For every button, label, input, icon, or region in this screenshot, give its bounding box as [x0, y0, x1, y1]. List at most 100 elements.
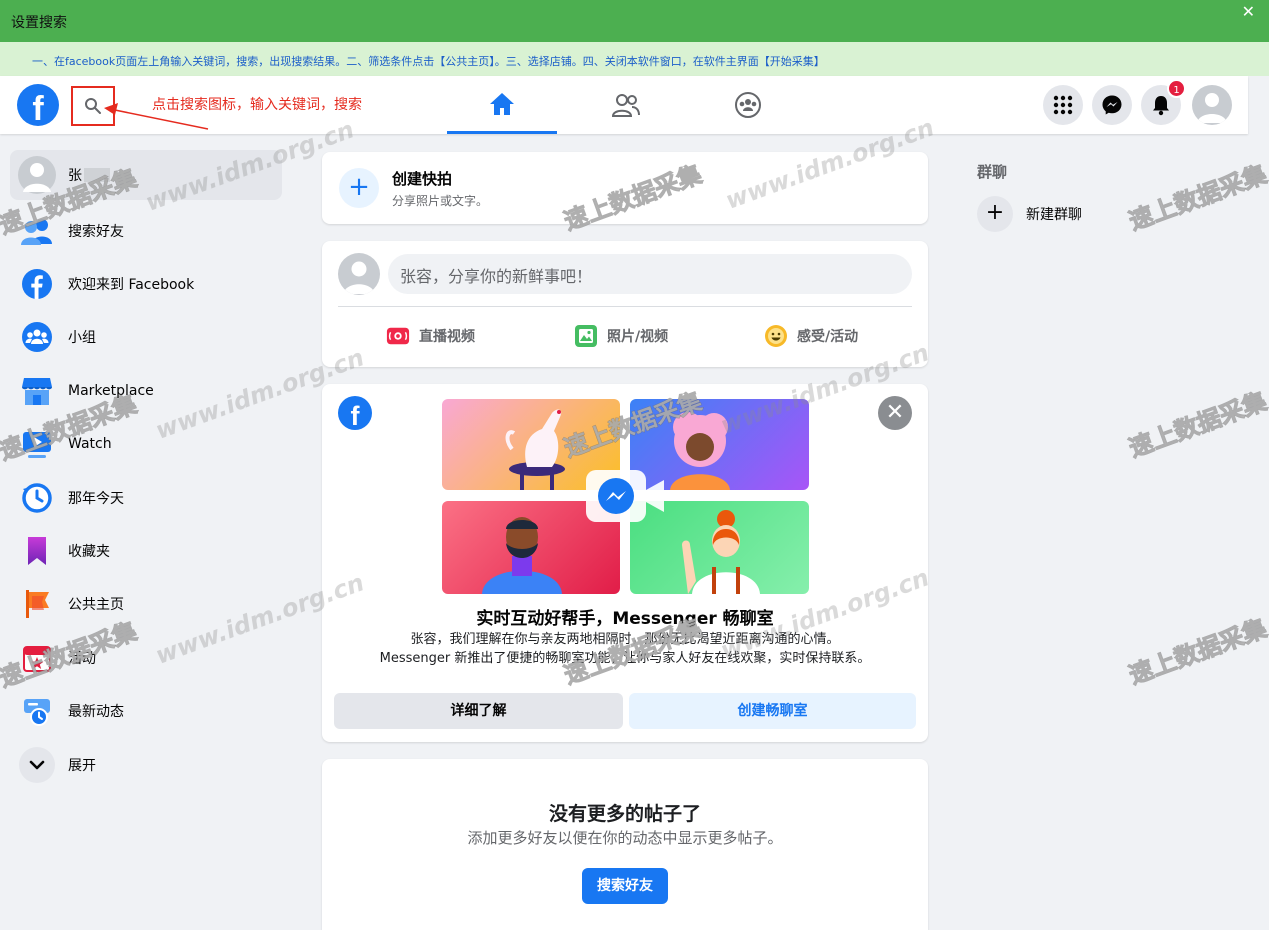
photo-video-button[interactable]: 照片/视频 [574, 321, 668, 351]
sidebar-item-label: 展开 [68, 757, 96, 774]
messenger-button[interactable] [1092, 85, 1132, 125]
sidebar-item-saved[interactable]: 收藏夹 [10, 524, 282, 577]
default-avatar-icon [343, 261, 375, 294]
group-chats-title: 群聊 [977, 163, 1008, 181]
sidebar-item-memories[interactable]: 那年今天 [10, 471, 282, 524]
tab-friends[interactable] [571, 76, 681, 134]
account-avatar[interactable] [1192, 85, 1232, 125]
pages-icon [26, 590, 49, 619]
watch-icon [23, 432, 51, 459]
sidebar-item-label: 活动 [68, 650, 96, 667]
promo-body-line1: 张容，我们理解在你与亲友两地相隔时，那份无比渴望近距离沟通的心情。 [410, 632, 840, 647]
sidebar-profile[interactable]: 张 [10, 150, 282, 200]
composer-input[interactable]: 张容，分享你的新鲜事吧！ [388, 254, 912, 294]
tab-groups[interactable] [693, 76, 803, 134]
window-titlebar: 设置搜索 ✕ [0, 0, 1269, 42]
feeling-activity-button[interactable]: 感受/活动 [764, 321, 858, 351]
sidebar-item-events[interactable]: 活动 [10, 631, 282, 684]
home-icon [490, 92, 514, 115]
memories-icon [22, 482, 52, 513]
create-room-button[interactable]: 创建畅聊室 [629, 693, 916, 729]
default-avatar-icon [18, 156, 56, 194]
sidebar-item-watch[interactable]: Watch [10, 418, 282, 471]
messenger-icon [1102, 95, 1122, 115]
sidebar-item-label: Marketplace [68, 382, 154, 399]
sidebar-item-label: 那年今天 [68, 490, 124, 507]
window-title: 设置搜索 [11, 15, 67, 31]
window-close-button[interactable]: ✕ [1242, 2, 1255, 21]
tab-home[interactable] [447, 76, 557, 134]
marketplace-icon [22, 377, 52, 405]
no-more-posts-title: 没有更多的帖子了 [548, 803, 701, 825]
annotation-arrow [104, 103, 209, 130]
learn-more-button[interactable]: 详细了解 [334, 693, 623, 729]
photo-icon [574, 324, 598, 348]
watermark-cn: 速上数据采集 [1125, 614, 1269, 691]
default-avatar-icon [1197, 93, 1227, 123]
sidebar-item-welcome[interactable]: 欢迎来到 Facebook [10, 257, 282, 310]
create-story-subtitle: 分享照片或文字。 [392, 194, 489, 208]
profile-name: 张 [68, 168, 82, 184]
facebook-icon [22, 269, 52, 300]
photo-video-label: 照片/视频 [607, 329, 669, 345]
sidebar-item-label: 欢迎来到 Facebook [68, 277, 195, 294]
composer-avatar [338, 253, 380, 295]
notification-badge: 1 [1167, 79, 1186, 98]
promo-headline: 实时互动好帮手，Messenger 畅聊室 [476, 609, 774, 629]
name-blur [84, 168, 110, 182]
feeling-activity-label: 感受/活动 [797, 329, 859, 345]
sidebar-item-expand[interactable]: 展开 [10, 738, 282, 791]
sidebar-item-label: 最新动态 [68, 704, 124, 721]
new-group-chat-button[interactable]: + 新建群聊 [977, 195, 1082, 233]
post-composer-card: 张容，分享你的新鲜事吧！ 直播视频 照片/视频 感受/活动 [322, 241, 928, 367]
watermark-cn: 速上数据采集 [1125, 160, 1269, 237]
chevron-down-icon [19, 746, 55, 783]
sidebar-item-groups[interactable]: 小组 [10, 311, 282, 364]
messenger-video-badge [584, 466, 668, 526]
sidebar-item-label: 公共主页 [68, 597, 124, 614]
watermark-cn: 速上数据采集 [1125, 387, 1269, 464]
messenger-rooms-promo-card: f ✕ 实时互动好帮手，Messenger 畅聊室 张容，我们理解在你与亲友两地… [322, 384, 928, 742]
find-friends-button[interactable]: 搜索好友 [582, 868, 668, 904]
live-video-label: 直播视频 [419, 329, 475, 345]
menu-button[interactable] [1043, 85, 1083, 125]
live-video-icon [386, 324, 410, 348]
saved-icon [28, 537, 46, 566]
instruction-banner: 一、在facebook页面左上角输入关键词，搜索，出现搜索结果。二、筛选条件点击… [0, 42, 1269, 76]
live-video-button[interactable]: 直播视频 [386, 321, 475, 351]
new-group-chat-label: 新建群聊 [1026, 207, 1082, 223]
events-icon [23, 645, 51, 672]
left-sidebar: 张 搜索好友 欢迎来到 Facebook 小组 Marketplace Watc… [10, 150, 282, 791]
no-more-posts-card: 没有更多的帖子了 添加更多好友以便在你的动态中显示更多帖子。 搜索好友 [322, 759, 928, 930]
sidebar-item-find-friends[interactable]: 搜索好友 [10, 204, 282, 257]
notifications-button[interactable]: 1 [1141, 79, 1186, 125]
menu-grid-icon [1053, 95, 1073, 115]
composer-divider [338, 306, 912, 307]
promo-close-button[interactable]: ✕ [878, 396, 912, 430]
add-story-button[interactable]: + [339, 168, 379, 208]
most-recent-icon [24, 699, 50, 727]
promo-body-line2: Messenger 新推出了便捷的畅聊室功能，让你与家人好友在线欢聚，实时保持联… [379, 651, 871, 666]
plus-icon: + [977, 196, 1013, 232]
create-story-card[interactable]: + 创建快拍 分享照片或文字。 [322, 152, 928, 224]
facebook-logo: f [338, 396, 372, 430]
sidebar-item-marketplace[interactable]: Marketplace [10, 364, 282, 417]
no-more-posts-subtitle: 添加更多好友以便在你的动态中显示更多帖子。 [467, 829, 783, 847]
feeling-icon [764, 324, 788, 348]
groups-icon [22, 322, 52, 353]
sidebar-item-label: Watch [68, 436, 112, 453]
messenger-rooms-illustration [442, 399, 809, 594]
groups-nav-icon [735, 92, 761, 118]
messenger-icon [586, 470, 664, 522]
bell-icon [1153, 96, 1169, 116]
sidebar-item-label: 小组 [68, 330, 96, 347]
sidebar-item-label: 收藏夹 [68, 544, 110, 561]
profile-avatar [18, 156, 56, 194]
friends-icon [21, 218, 52, 245]
sidebar-item-pages[interactable]: 公共主页 [10, 578, 282, 631]
create-story-title: 创建快拍 [392, 170, 453, 188]
sidebar-item-most-recent[interactable]: 最新动态 [10, 685, 282, 738]
sidebar-item-label: 搜索好友 [68, 223, 124, 240]
facebook-logo[interactable]: f [17, 84, 59, 126]
friends-nav-icon [611, 94, 640, 117]
